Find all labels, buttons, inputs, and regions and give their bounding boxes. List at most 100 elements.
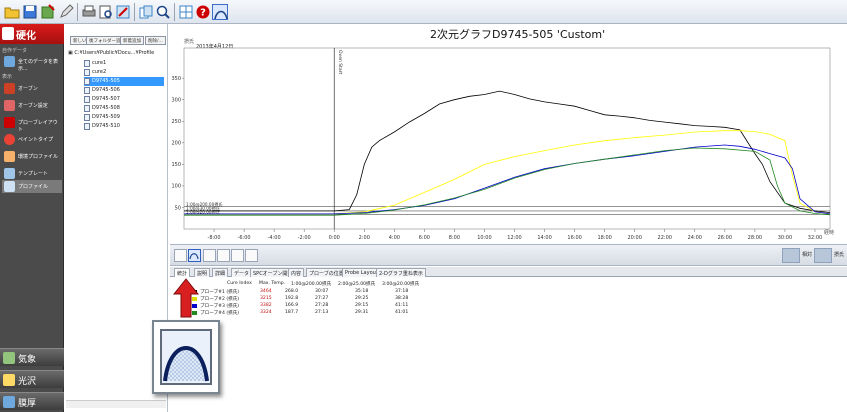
tree-item-selected[interactable]: D9745-505 — [84, 77, 164, 86]
pie-icon[interactable] — [231, 249, 244, 262]
tree-item-label: D9745-509 — [92, 114, 120, 120]
tab-description[interactable]: 説明 — [194, 268, 211, 277]
zoom-icon[interactable] — [155, 4, 171, 20]
x-tick-label: 0:00 — [329, 235, 340, 241]
max-temp-value: 192.8 — [285, 296, 299, 301]
table-icon[interactable] — [245, 249, 258, 262]
tab-data[interactable]: データ — [231, 268, 253, 277]
oven-start-label: Oven Start — [337, 50, 343, 74]
x-tick-label: 28:00 — [748, 235, 762, 241]
nav-item-probe-layout[interactable]: プローブレイアウト — [2, 116, 62, 133]
tree-item[interactable]: D9745-508 — [84, 104, 164, 113]
save-as-icon[interactable] — [40, 4, 56, 20]
tab-probe-layout[interactable]: Probe Layout — [342, 268, 381, 277]
probe-name: プローブ#1 (摂氏) — [200, 290, 240, 295]
help-icon[interactable]: ? — [195, 4, 211, 20]
nav-item-label: ペイントタイプ — [18, 137, 54, 143]
file-icon — [84, 60, 90, 67]
tree-item[interactable]: cure1 — [84, 59, 164, 68]
tree-root-folder[interactable]: ▣ C:¥Users¥Public¥Docu...¥Profile — [68, 50, 154, 56]
relative-label: 相対 — [802, 252, 813, 258]
thickness-icon — [3, 396, 15, 408]
tab-2d-graph-overlay[interactable]: 2-Dグラフ重ね表示 — [376, 268, 426, 277]
x-tick-label: -8:00 — [208, 235, 221, 241]
nav-section-label: 膜厚 — [18, 399, 37, 409]
nav-item-template[interactable]: テンプレート — [2, 167, 62, 180]
pencil-icon[interactable] — [58, 4, 74, 20]
nav-section-weather[interactable]: 気象 — [0, 348, 64, 366]
nav-caption: 表示 — [2, 74, 13, 80]
nav-item-all-data[interactable]: 全てのデータを表示... — [2, 55, 62, 72]
time-value: 27:28 — [315, 303, 329, 308]
profile-icon[interactable] — [212, 4, 228, 20]
line-chart-icon[interactable] — [217, 249, 230, 262]
series-line[interactable] — [184, 147, 831, 216]
nav-header-cure[interactable]: 硬化 — [0, 24, 64, 44]
time-value: 27:13 — [315, 310, 329, 315]
paint-type-icon — [4, 134, 15, 145]
tree-item[interactable]: cure2 — [84, 68, 164, 77]
tree-item[interactable]: D9745-506 — [84, 86, 164, 95]
add-folder-button[interactable]: 後フォルダー追 — [86, 36, 124, 45]
delete-button[interactable]: 削除/... — [145, 36, 166, 45]
column-header: 2:00@25.00摂氏 — [338, 282, 376, 287]
nav-item-label: 環境プロファイル — [18, 154, 59, 160]
series-line[interactable] — [184, 144, 831, 215]
time-value: 29:15 — [355, 303, 369, 308]
column-header: 1:00@200.00摂氏 — [291, 282, 332, 287]
tree-item[interactable]: D9745-507 — [84, 95, 164, 104]
nav-item-label: プロファイル — [18, 184, 49, 190]
x-tick-label: 14:00 — [537, 235, 551, 241]
nav-item-paint-type[interactable]: ペイントタイプ — [2, 133, 62, 146]
series-line[interactable] — [184, 130, 831, 215]
nav-section-gloss[interactable]: 光沢 — [0, 370, 64, 388]
nav-item-oven[interactable]: オーブン — [2, 82, 62, 95]
max-temp-value: 268.0 — [285, 289, 299, 294]
export-icon[interactable] — [115, 4, 131, 20]
tab-content[interactable]: 内容 — [288, 268, 305, 277]
nav-item-oven-settings[interactable]: オーブン設定 — [2, 99, 62, 112]
profile-icon[interactable] — [188, 249, 201, 262]
cure-index-value: 3382 — [260, 303, 272, 308]
y-tick-label: 100 — [171, 184, 181, 190]
time-value: 37:18 — [395, 289, 409, 294]
print-icon[interactable] — [81, 4, 97, 20]
left-navigation: 硬化 自作データ 全てのデータを表示... 表示 オーブン オーブン設定 プロー… — [0, 24, 64, 412]
toolbar-separator — [134, 3, 135, 21]
tab-statistics[interactable]: 統計 — [174, 268, 191, 277]
nav-item-profile[interactable]: プロファイル — [2, 180, 62, 193]
histogram-icon[interactable] — [203, 249, 216, 262]
y-tick-label: 200 — [171, 141, 181, 147]
zoomed-profile-icon-callout — [152, 320, 220, 394]
copy-icon[interactable] — [138, 4, 154, 20]
tree-horizontal-scrollbar[interactable] — [66, 400, 166, 408]
celsius-toggle[interactable] — [814, 248, 832, 263]
nav-item-label: プローブレイアウト — [18, 120, 58, 133]
x-tick-label: 22:00 — [658, 235, 672, 241]
tree-item-label: D9745-510 — [92, 123, 120, 129]
tree-item[interactable]: D9745-509 — [84, 113, 164, 122]
open-folder-icon[interactable] — [4, 4, 20, 20]
tab-details[interactable]: 詳細 — [212, 268, 229, 277]
save-icon[interactable] — [22, 4, 38, 20]
plot-frame — [183, 47, 831, 230]
x-tick-label: -6:00 — [238, 235, 251, 241]
series-line[interactable] — [184, 90, 831, 213]
print-preview-icon[interactable] — [98, 4, 114, 20]
nav-section-thickness[interactable]: 膜厚 — [0, 392, 64, 410]
file-icon — [84, 123, 90, 130]
probe-name: プローブ#2 (摂氏) — [200, 297, 240, 302]
tab-probe-position[interactable]: プローブの位置 — [306, 268, 347, 277]
bar-chart-icon[interactable] — [174, 249, 187, 262]
nav-item-label: オーブン設定 — [18, 103, 48, 109]
x-tick-label: 16:00 — [567, 235, 581, 241]
chart-canvas[interactable]: 50 100 150 200 250 300 350 -8:00 -6:00 -4:00 -2:00… — [170, 24, 847, 262]
nav-item-environment-profile[interactable]: 環境プロファイル — [2, 150, 62, 163]
add-new-button[interactable]: 新着追加 — [120, 36, 144, 45]
tree-item-label: D9745-507 — [92, 96, 120, 102]
tree-item[interactable]: D9745-510 — [84, 122, 164, 131]
svg-text:?: ? — [200, 8, 206, 19]
relative-toggle[interactable] — [782, 248, 800, 263]
tile-icon[interactable] — [178, 4, 194, 20]
tree-root-path: C:¥Users¥Public¥Docu...¥Profile — [74, 50, 155, 56]
